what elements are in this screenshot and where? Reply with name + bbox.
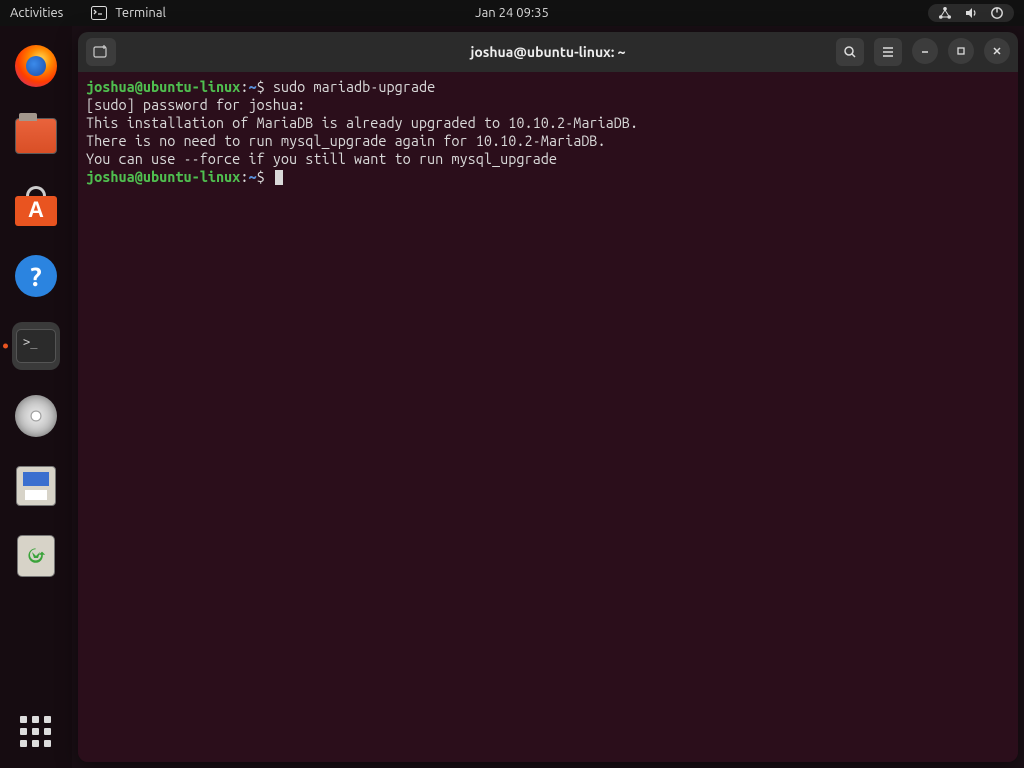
dock-terminal[interactable]: >_ bbox=[12, 322, 60, 370]
gnome-top-bar: Activities Terminal Jan 24 09:35 bbox=[0, 0, 1024, 26]
top-app-name: Terminal bbox=[115, 6, 166, 20]
texteditor-icon bbox=[16, 466, 56, 506]
dock: A ? >_ bbox=[0, 26, 72, 768]
dock-texteditor[interactable] bbox=[12, 462, 60, 510]
help-icon: ? bbox=[15, 255, 57, 297]
maximize-icon bbox=[955, 45, 967, 57]
dock-software[interactable]: A bbox=[12, 182, 60, 230]
dock-disk[interactable] bbox=[12, 392, 60, 440]
terminal-icon bbox=[91, 6, 107, 20]
top-app-indicator[interactable]: Terminal bbox=[91, 6, 166, 20]
close-button[interactable] bbox=[984, 38, 1010, 64]
hamburger-menu-button[interactable] bbox=[874, 38, 902, 66]
system-tray[interactable] bbox=[928, 4, 1014, 22]
show-applications-button[interactable] bbox=[20, 716, 52, 748]
dock-help[interactable]: ? bbox=[12, 252, 60, 300]
activities-button[interactable]: Activities bbox=[10, 6, 63, 20]
network-icon bbox=[938, 6, 952, 20]
software-icon: A bbox=[15, 186, 57, 226]
new-tab-button[interactable] bbox=[86, 38, 116, 66]
close-icon bbox=[991, 45, 1003, 57]
trash-icon bbox=[17, 535, 55, 577]
terminal-window: joshua@ubuntu-linux: ~ joshua@ubuntu-lin… bbox=[78, 32, 1018, 762]
terminal-app-icon: >_ bbox=[16, 329, 56, 363]
search-icon bbox=[843, 45, 857, 59]
volume-icon bbox=[964, 6, 978, 20]
maximize-button[interactable] bbox=[948, 38, 974, 64]
firefox-icon bbox=[15, 45, 57, 87]
window-titlebar: joshua@ubuntu-linux: ~ bbox=[78, 32, 1018, 72]
dock-files[interactable] bbox=[12, 112, 60, 160]
minimize-button[interactable] bbox=[912, 38, 938, 64]
new-tab-icon bbox=[93, 45, 109, 59]
minimize-icon bbox=[919, 45, 931, 57]
window-title: joshua@ubuntu-linux: ~ bbox=[470, 44, 625, 60]
hamburger-icon bbox=[881, 45, 895, 59]
files-icon bbox=[15, 118, 57, 154]
search-button[interactable] bbox=[836, 38, 864, 66]
dock-trash[interactable] bbox=[12, 532, 60, 580]
dock-firefox[interactable] bbox=[12, 42, 60, 90]
disk-icon bbox=[15, 395, 57, 437]
terminal-output[interactable]: joshua@ubuntu-linux:~$ sudo mariadb-upgr… bbox=[78, 72, 1018, 762]
power-icon bbox=[990, 6, 1004, 20]
clock[interactable]: Jan 24 09:35 bbox=[475, 6, 549, 20]
